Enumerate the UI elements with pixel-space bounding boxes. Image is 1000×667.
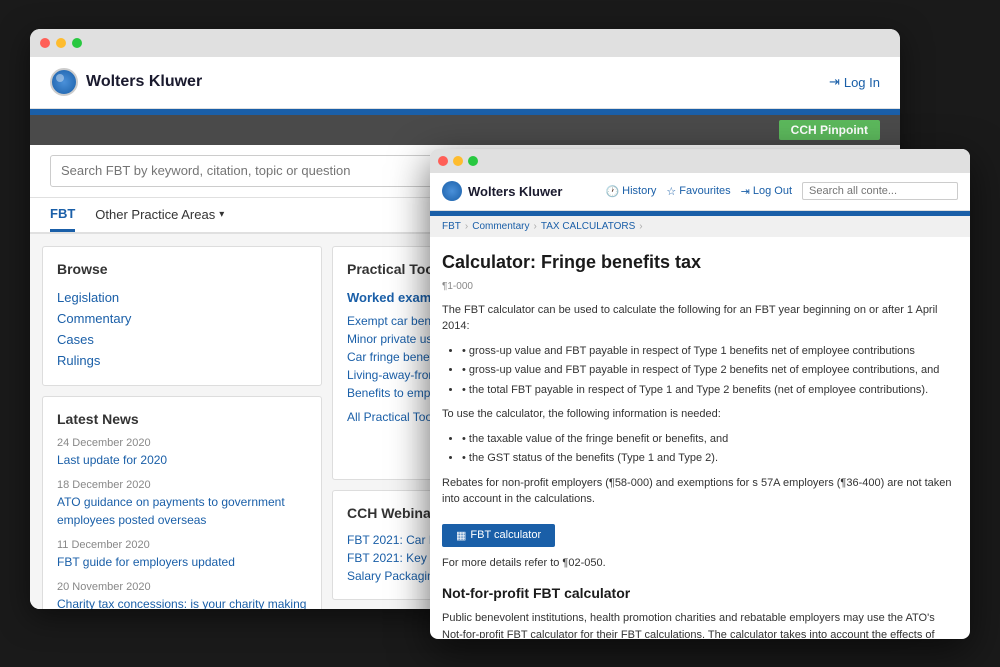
browse-commentary-link[interactable]: Commentary bbox=[57, 308, 307, 329]
news-item-0: 24 December 2020 Last update for 2020 bbox=[57, 437, 307, 469]
front-close-btn[interactable] bbox=[438, 156, 448, 166]
breadcrumb-fbt[interactable]: FBT bbox=[442, 221, 461, 232]
article-nfp-text: Public benevolent institutions, health p… bbox=[442, 610, 958, 638]
article-bullet-1-1: • gross-up value and FBT payable in resp… bbox=[462, 362, 958, 379]
front-window-chrome bbox=[430, 149, 970, 173]
front-logo-area: Wolters Kluwer bbox=[442, 181, 562, 201]
tab-other-practice-areas[interactable]: Other Practice Areas ▾ bbox=[95, 207, 224, 222]
news-link-3[interactable]: Charity tax concessions: is your charity… bbox=[57, 597, 306, 609]
article-bullet-2-1: • the GST status of the benefits (Type 1… bbox=[462, 450, 958, 467]
nfp-section-title: Not-for-profit FBT calculator bbox=[442, 583, 958, 604]
article-ref: ¶1-000 bbox=[442, 279, 958, 294]
news-date-0: 24 December 2020 bbox=[57, 437, 307, 449]
article-body: The FBT calculator can be used to calcul… bbox=[442, 302, 958, 638]
front-globe-icon bbox=[442, 181, 462, 201]
login-button[interactable]: ⇥ Log In bbox=[829, 74, 880, 90]
article-title: Calculator: Fringe benefits tax bbox=[442, 249, 958, 276]
browse-legislation-link[interactable]: Legislation bbox=[57, 287, 307, 308]
logout-icon: ⇥ bbox=[741, 185, 750, 198]
news-item-1: 18 December 2020 ATO guidance on payment… bbox=[57, 479, 307, 529]
news-link-0[interactable]: Last update for 2020 bbox=[57, 453, 167, 467]
window-chrome bbox=[30, 29, 900, 57]
front-search-input[interactable] bbox=[802, 182, 958, 200]
news-item-3: 20 November 2020 Charity tax concessions… bbox=[57, 581, 307, 609]
cch-pinpoint-badge: CCH Pinpoint bbox=[779, 120, 880, 140]
article-bullet-1-0: • gross-up value and FBT payable in resp… bbox=[462, 343, 958, 360]
app-logo-text: Wolters Kluwer bbox=[86, 73, 202, 91]
news-date-1: 18 December 2020 bbox=[57, 479, 307, 491]
article-intro: The FBT calculator can be used to calcul… bbox=[442, 302, 958, 335]
breadcrumb-commentary[interactable]: Commentary bbox=[472, 221, 529, 232]
breadcrumb: FBT › Commentary › TAX CALCULATORS › bbox=[430, 216, 970, 237]
minimize-window-btn[interactable] bbox=[56, 38, 66, 48]
front-minimize-btn[interactable] bbox=[453, 156, 463, 166]
tab-fbt[interactable]: FBT bbox=[50, 198, 75, 232]
front-nav-links: 🕐 History ☆ Favourites ⇥ Log Out bbox=[605, 182, 958, 200]
breadcrumb-sep-3: › bbox=[639, 221, 642, 232]
chevron-down-icon: ▾ bbox=[219, 209, 224, 220]
news-link-1[interactable]: ATO guidance on payments to government e… bbox=[57, 495, 285, 527]
article-rebates-text: Rebates for non-profit employers (¶58-00… bbox=[442, 475, 958, 508]
calculator-icon: ▦ bbox=[456, 529, 466, 542]
star-icon: ☆ bbox=[666, 185, 676, 198]
news-link-2[interactable]: FBT guide for employers updated bbox=[57, 555, 235, 569]
fbt-calc-inline-button[interactable]: ▦ FBT calculator bbox=[442, 524, 555, 547]
login-label: Log In bbox=[844, 75, 880, 90]
breadcrumb-sep-2: › bbox=[533, 221, 536, 232]
front-app-header: Wolters Kluwer 🕐 History ☆ Favourites ⇥ … bbox=[430, 173, 970, 211]
article-content: Calculator: Fringe benefits tax ¶1-000 T… bbox=[430, 237, 970, 638]
front-browser-window: Wolters Kluwer 🕐 History ☆ Favourites ⇥ … bbox=[430, 149, 970, 639]
clock-icon: 🕐 bbox=[605, 185, 619, 198]
front-logo-text: Wolters Kluwer bbox=[468, 184, 562, 199]
news-date-2: 11 December 2020 bbox=[57, 539, 307, 551]
article-bullet-1-2: • the total FBT payable in respect of Ty… bbox=[462, 382, 958, 399]
maximize-window-btn[interactable] bbox=[72, 38, 82, 48]
logout-link[interactable]: ⇥ Log Out bbox=[741, 185, 792, 198]
article-bullets-1: • gross-up value and FBT payable in resp… bbox=[462, 343, 958, 399]
cch-pinpoint-bar: CCH Pinpoint bbox=[30, 115, 900, 145]
latest-news-card: Latest News 24 December 2020 Last update… bbox=[42, 396, 322, 609]
article-more-details: For more details refer to ¶02-050. bbox=[442, 555, 958, 572]
latest-news-title: Latest News bbox=[57, 411, 307, 427]
close-window-btn[interactable] bbox=[40, 38, 50, 48]
breadcrumb-sep-1: › bbox=[465, 221, 468, 232]
news-date-3: 20 November 2020 bbox=[57, 581, 307, 593]
browse-cases-link[interactable]: Cases bbox=[57, 329, 307, 350]
browse-rulings-link[interactable]: Rulings bbox=[57, 350, 307, 371]
logo-area: Wolters Kluwer bbox=[50, 68, 202, 96]
news-item-2: 11 December 2020 FBT guide for employers… bbox=[57, 539, 307, 571]
wolters-kluwer-globe-icon bbox=[50, 68, 78, 96]
browse-card: Browse Legislation Commentary Cases Ruli… bbox=[42, 246, 322, 386]
left-column: Browse Legislation Commentary Cases Ruli… bbox=[42, 246, 322, 600]
app-header: Wolters Kluwer ⇥ Log In bbox=[30, 57, 900, 109]
history-link[interactable]: 🕐 History bbox=[605, 185, 656, 198]
article-bullet-2-0: • the taxable value of the fringe benefi… bbox=[462, 431, 958, 448]
login-icon: ⇥ bbox=[829, 74, 840, 90]
article-use-text: To use the calculator, the following inf… bbox=[442, 406, 958, 423]
front-maximize-btn[interactable] bbox=[468, 156, 478, 166]
article-bullets-2: • the taxable value of the fringe benefi… bbox=[462, 431, 958, 467]
breadcrumb-tax-calculators[interactable]: TAX CALCULATORS bbox=[541, 221, 635, 232]
favourites-link[interactable]: ☆ Favourites bbox=[666, 185, 730, 198]
browse-title: Browse bbox=[57, 261, 307, 277]
